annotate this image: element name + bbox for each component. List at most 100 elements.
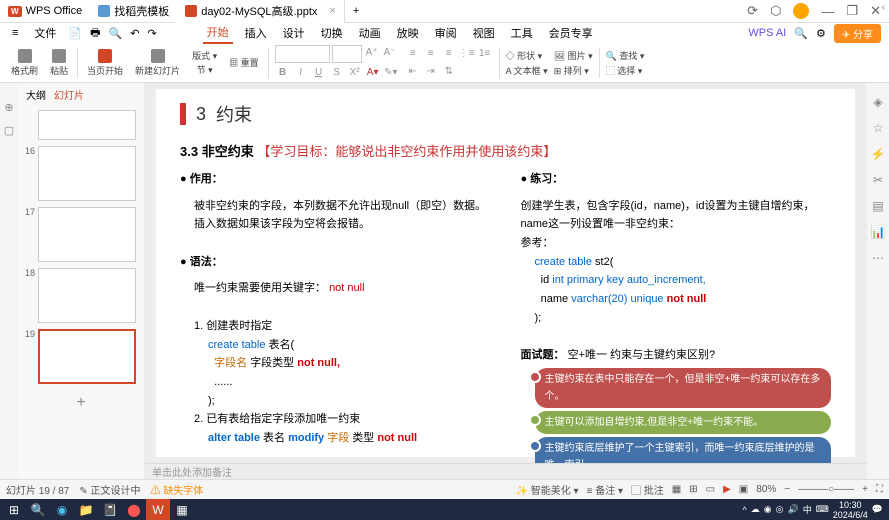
close-tab-icon[interactable]: × bbox=[329, 5, 335, 17]
zoom-out-icon[interactable]: − bbox=[784, 484, 790, 495]
menu-insert[interactable]: 插入 bbox=[241, 23, 271, 43]
ribbon-format-painter[interactable]: 格式刷 bbox=[8, 49, 41, 77]
outline-tab[interactable]: 大纲 bbox=[26, 87, 46, 102]
zoom-fit-icon[interactable]: ▣ bbox=[739, 484, 748, 495]
comments-button[interactable]: ▢ 批注 bbox=[631, 482, 664, 497]
slides-tab[interactable]: 幻灯片 bbox=[54, 87, 84, 102]
clock-time[interactable]: 10:30 bbox=[833, 500, 868, 510]
ribbon-paste[interactable]: 粘贴 bbox=[47, 49, 71, 77]
animation-panel-icon[interactable]: ⚡ bbox=[871, 147, 886, 161]
increase-font-icon[interactable]: A⁺ bbox=[364, 45, 380, 61]
media-icon[interactable]: ▤ bbox=[872, 199, 883, 213]
menu-slideshow[interactable]: 放映 bbox=[393, 23, 423, 43]
close-icon[interactable]: ✕ bbox=[870, 3, 881, 19]
italic-icon[interactable]: I bbox=[293, 65, 309, 81]
numbering-icon[interactable]: 1≡ bbox=[477, 46, 493, 62]
thumbnail-15[interactable] bbox=[38, 110, 136, 140]
task-record[interactable]: ⬤ bbox=[122, 499, 146, 520]
zoom-level[interactable]: 80% bbox=[756, 484, 776, 495]
ribbon-find[interactable]: 🔍 查找 ▾ bbox=[606, 49, 645, 62]
tray-cloud-icon[interactable]: ☁ bbox=[751, 504, 760, 515]
superscript-icon[interactable]: X² bbox=[347, 65, 363, 81]
indent-right-icon[interactable]: ⇥ bbox=[423, 64, 439, 80]
undo-icon[interactable]: ↶ bbox=[130, 27, 139, 40]
task-search[interactable]: 🔍 bbox=[26, 499, 50, 520]
slide-content[interactable]: 3 约束 3.3 非空约束 【学习目标：能够说出非空约束作用并使用该约束】 ● … bbox=[156, 89, 855, 457]
task-wps[interactable]: W bbox=[146, 499, 170, 520]
thumbnail-17[interactable] bbox=[38, 207, 136, 262]
menu-review[interactable]: 审阅 bbox=[431, 23, 461, 43]
task-app1[interactable]: 📓 bbox=[98, 499, 122, 520]
font-color-icon[interactable]: A▾ bbox=[365, 65, 381, 81]
design-status[interactable]: ✎ 正文设计中 bbox=[79, 482, 140, 497]
notifications-icon[interactable]: 💬 bbox=[872, 504, 883, 515]
ribbon-arrange[interactable]: ⊞ 排列 ▾ bbox=[554, 64, 593, 77]
bold-icon[interactable]: B bbox=[275, 65, 291, 81]
outline-toggle-icon[interactable]: ⊕ bbox=[4, 101, 13, 114]
ribbon-select[interactable]: ⬚ 选择 ▾ bbox=[606, 64, 645, 77]
task-explorer[interactable]: 📁 bbox=[74, 499, 98, 520]
task-app2[interactable]: ▦ bbox=[170, 499, 194, 520]
save-icon[interactable]: 📄 bbox=[68, 27, 82, 40]
chart-icon[interactable]: 📊 bbox=[871, 225, 886, 239]
view-slideshow-icon[interactable]: ▶ bbox=[723, 484, 731, 495]
menu-member[interactable]: 会员专享 bbox=[545, 23, 597, 43]
ribbon-textbox[interactable]: A 文本框 ▾ bbox=[506, 64, 548, 77]
font-size-select[interactable] bbox=[332, 45, 362, 63]
thumbnail-19[interactable] bbox=[38, 329, 136, 384]
ribbon-slide-start[interactable]: 当页开始 bbox=[84, 49, 126, 77]
menu-view[interactable]: 视图 bbox=[469, 23, 499, 43]
cube-icon[interactable]: ⬡ bbox=[770, 3, 781, 19]
beautify-button[interactable]: ✨ 智能美化 ▾ bbox=[516, 482, 579, 497]
favorite-icon[interactable]: ☆ bbox=[873, 121, 884, 135]
ribbon-section[interactable]: 节 ▾ bbox=[197, 63, 213, 76]
tray-keyboard-icon[interactable]: ⌨ bbox=[816, 504, 829, 515]
style-panel-icon[interactable]: ◈ bbox=[873, 95, 882, 109]
view-sorter-icon[interactable]: ⊞ bbox=[689, 484, 697, 495]
add-slide-button[interactable]: + bbox=[20, 390, 142, 416]
sync-icon[interactable]: ⟳ bbox=[747, 3, 758, 19]
menu-file[interactable]: 文件 bbox=[30, 23, 60, 43]
ribbon-shape[interactable]: ◇ 形状 ▾ bbox=[506, 49, 548, 62]
notes-button[interactable]: ≡ 备注 ▾ bbox=[587, 482, 623, 497]
underline-icon[interactable]: U bbox=[311, 65, 327, 81]
bullets-icon[interactable]: ⋮≡ bbox=[459, 46, 475, 62]
minimize-icon[interactable]: — bbox=[821, 4, 834, 19]
ribbon-image[interactable]: 🖼 图片 ▾ bbox=[554, 49, 593, 62]
align-right-icon[interactable]: ≡ bbox=[441, 46, 457, 62]
ribbon-reset[interactable]: ▦ 重置 bbox=[229, 56, 259, 69]
wps-ai[interactable]: WPS AI bbox=[748, 27, 786, 39]
strike-icon[interactable]: S bbox=[329, 65, 345, 81]
ribbon-new-slide[interactable]: 新建幻灯片 bbox=[132, 49, 183, 77]
menu-design[interactable]: 设计 bbox=[279, 23, 309, 43]
tray-app2-icon[interactable]: ◎ bbox=[776, 504, 784, 515]
indent-left-icon[interactable]: ⇤ bbox=[405, 64, 421, 80]
share-button[interactable]: ✈ 分享 bbox=[834, 24, 881, 43]
avatar[interactable] bbox=[793, 3, 809, 19]
app-tab[interactable]: WWPS Office bbox=[0, 0, 90, 23]
decrease-font-icon[interactable]: A⁻ bbox=[382, 45, 398, 61]
thumbnail-18[interactable] bbox=[38, 268, 136, 323]
font-family-select[interactable] bbox=[275, 45, 330, 63]
zoom-in-icon[interactable]: + bbox=[862, 484, 868, 495]
align-left-icon[interactable]: ≡ bbox=[405, 46, 421, 62]
add-tab-button[interactable]: + bbox=[345, 0, 367, 23]
line-spacing-icon[interactable]: ⇅ bbox=[441, 64, 457, 80]
missing-font[interactable]: ⚠ 缺失字体 bbox=[151, 482, 204, 497]
menu-transition[interactable]: 切换 bbox=[317, 23, 347, 43]
more-icon[interactable]: ⋯ bbox=[872, 251, 884, 265]
menu-animation[interactable]: 动画 bbox=[355, 23, 385, 43]
thumbnail-16[interactable] bbox=[38, 146, 136, 201]
notes-placeholder[interactable]: 单击此处添加备注 bbox=[152, 464, 232, 479]
menu-hamburger[interactable]: ≡ bbox=[8, 25, 22, 41]
fit-to-window-icon[interactable]: ⛶ bbox=[876, 484, 883, 495]
redo-icon[interactable]: ↷ bbox=[147, 27, 156, 40]
tray-app-icon[interactable]: ◉ bbox=[764, 504, 772, 515]
preview-icon[interactable]: 🔍 bbox=[109, 27, 123, 40]
ribbon-layout[interactable]: 版式 ▾ bbox=[192, 49, 217, 62]
menu-tools[interactable]: 工具 bbox=[507, 23, 537, 43]
settings-icon[interactable]: ⚙ bbox=[816, 27, 826, 40]
task-edge[interactable]: ◉ bbox=[50, 499, 74, 520]
file-tab[interactable]: day02-MySQL高级.pptx× bbox=[177, 0, 345, 23]
tray-up-icon[interactable]: ^ bbox=[743, 505, 747, 515]
